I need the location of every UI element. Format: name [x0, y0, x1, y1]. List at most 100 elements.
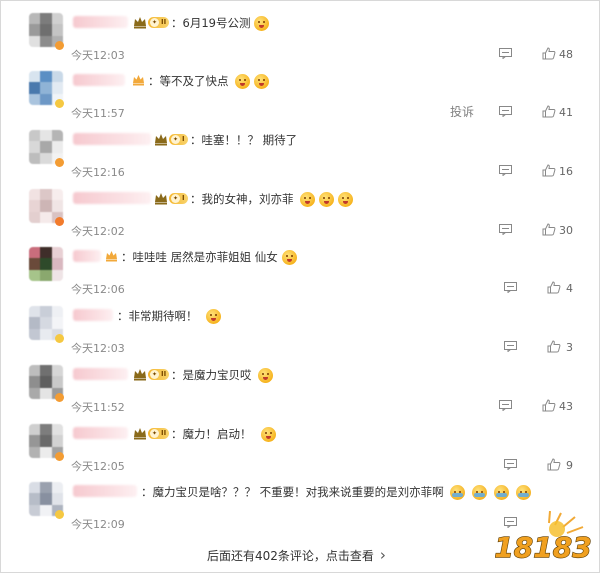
like-count: 3 [566, 341, 573, 354]
crown-icon [155, 133, 167, 145]
thumbs-up-icon[interactable] [542, 399, 556, 412]
comment-text: ：6月19号公测 [171, 15, 270, 31]
username[interactable] [73, 427, 128, 439]
comment-icon[interactable] [499, 48, 512, 59]
comment-time: 今天11:57 [71, 107, 125, 120]
report-link[interactable]: 投诉 [450, 103, 474, 120]
thumbs-up-icon[interactable] [542, 105, 556, 118]
emoji-face-icon [234, 73, 250, 89]
crown-icon [134, 16, 146, 28]
comment-icon[interactable] [499, 165, 512, 176]
comment-text: ：哇哇哇 居然是亦菲姐姐 仙女 [121, 249, 297, 265]
emoji-face-icon [257, 367, 273, 383]
like-count: 43 [559, 400, 573, 413]
like-count: 9 [566, 459, 573, 472]
site-logo: 18183 [495, 511, 591, 563]
level-pill: ✦ II [148, 427, 170, 439]
comment-time: 今天12:03 [71, 49, 125, 62]
comment-time: 今天12:02 [71, 225, 125, 238]
emoji-face-icon [318, 191, 334, 207]
avatar-badge [55, 158, 64, 167]
logo-text: 18183 [495, 531, 591, 563]
comment-item: ✦ I ：哇塞！！？ 期待了 今天12:16 16 [1, 128, 599, 186]
level-pill: ✦ I [169, 133, 188, 145]
comment-time: 今天11:52 [71, 401, 125, 414]
comment-time: 今天12:03 [71, 342, 125, 355]
comment-text-content: ：魔力宝贝是啥？？？ 不重要！对我来说重要的是刘亦菲啊 [141, 485, 444, 499]
comment-panel: ✦ II ：6月19号公测 今天12:03 48 ：等不及了快点 今天11:57 … [0, 0, 600, 573]
username[interactable] [73, 368, 128, 380]
comment-item: ✦ I ：我的女神，刘亦菲 今天12:02 30 [1, 187, 599, 245]
username[interactable] [73, 133, 151, 145]
like-count: 16 [559, 165, 573, 178]
comment-item: ：哇哇哇 居然是亦菲姐姐 仙女 今天12:06 4 [1, 245, 599, 303]
username[interactable] [73, 250, 101, 262]
username[interactable] [73, 74, 125, 86]
comment-item: ✦ II ：魔力！启动！ 今天12:05 9 [1, 422, 599, 480]
crown-icon [106, 251, 117, 262]
comment-icon[interactable] [499, 224, 512, 235]
comment-text-content: ：等不及了快点 [148, 74, 229, 88]
comment-text: ：魔力宝贝是啥？？？ 不重要！对我来说重要的是刘亦菲啊 [141, 484, 531, 500]
vip-badge: ✦ II [133, 367, 170, 381]
comment-item: ：非常期待啊！ 今天12:03 3 [1, 304, 599, 362]
vip-badge: ✦ II [133, 15, 170, 29]
avatar-badge [55, 99, 64, 108]
username[interactable] [73, 192, 151, 204]
like-count: 30 [559, 224, 573, 237]
crown-icon [134, 368, 146, 380]
emoji-face-icon [299, 191, 315, 207]
avatar-badge [55, 334, 64, 343]
comment-text-content: ：我的女神，刘亦菲 [190, 192, 294, 206]
emoji-face-icon [260, 426, 276, 442]
comment-text-content: ：哇哇哇 居然是亦菲姐姐 仙女 [121, 250, 278, 264]
comment-time: 今天12:09 [71, 518, 125, 531]
avatar[interactable] [29, 247, 63, 281]
level-pill: ✦ II [148, 16, 170, 28]
crown-icon [133, 75, 144, 86]
level-pill: ✦ I [169, 192, 188, 204]
comment-text-content: ：是魔力宝贝哎 [171, 368, 252, 382]
comment-text: ：等不及了快点 [148, 73, 269, 89]
thumbs-up-icon[interactable] [547, 281, 561, 294]
username[interactable] [73, 485, 137, 497]
crown-icon [134, 427, 146, 439]
comment-text: ：非常期待啊！ [117, 308, 221, 324]
comment-text: ：魔力！启动！ [171, 426, 276, 442]
emoji-face-icon [253, 73, 269, 89]
emoji-face-icon [205, 308, 221, 324]
comment-time: 今天12:05 [71, 460, 125, 473]
level-pill: ✦ II [148, 368, 170, 380]
thumbs-up-icon[interactable] [547, 458, 561, 471]
comment-time: 今天12:16 [71, 166, 125, 179]
avatar-badge [55, 510, 64, 519]
comment-icon[interactable] [504, 341, 517, 352]
username[interactable] [73, 16, 128, 28]
comment-item: ：等不及了快点 今天11:57 投诉 41 [1, 69, 599, 127]
avatar-badge [55, 393, 64, 402]
thumbs-up-icon[interactable] [547, 340, 561, 353]
comment-text-content: ：6月19号公测 [171, 16, 251, 30]
vip-badge: ✦ I [154, 132, 188, 146]
comment-icon[interactable] [499, 400, 512, 411]
view-more-comments-link[interactable]: 后面还有402条评论，点击查看 › [207, 546, 386, 564]
comment-icon[interactable] [504, 459, 517, 470]
comment-icon[interactable] [499, 106, 512, 117]
crown-icon [155, 192, 167, 204]
comment-icon[interactable] [504, 282, 517, 293]
comment-text-content: ：魔力！启动！ [171, 427, 252, 441]
emoji-face-icon [515, 484, 531, 500]
vip-badge: ✦ I [154, 191, 188, 205]
thumbs-up-icon[interactable] [542, 164, 556, 177]
thumbs-up-icon[interactable] [542, 47, 556, 60]
emoji-face-icon [471, 484, 487, 500]
comment-item: ✦ II ：6月19号公测 今天12:03 48 [1, 11, 599, 69]
vip-badge: ✦ II [133, 426, 170, 440]
comment-text: ：我的女神，刘亦菲 [190, 191, 353, 207]
like-count: 48 [559, 48, 573, 61]
thumbs-up-icon[interactable] [542, 223, 556, 236]
comment-text-content: ：非常期待啊！ [117, 309, 198, 323]
comment-text: ：是魔力宝贝哎 [171, 367, 273, 383]
comment-text-content: ：哇塞！！？ 期待了 [190, 133, 298, 147]
username[interactable] [73, 309, 113, 321]
